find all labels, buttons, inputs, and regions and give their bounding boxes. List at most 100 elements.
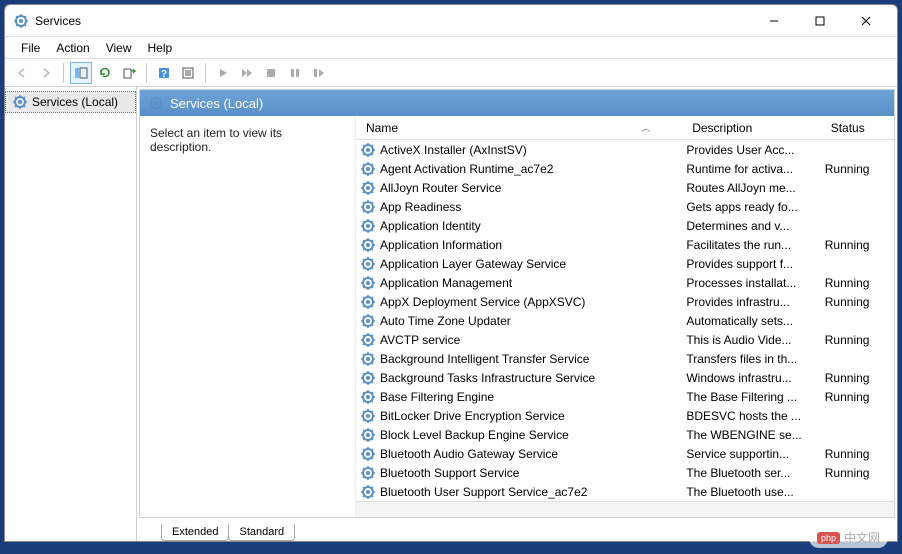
service-row[interactable]: BitLocker Drive Encryption ServiceBDESVC… bbox=[356, 406, 894, 425]
service-row[interactable]: Application Identity Determines and v... bbox=[356, 216, 894, 235]
service-status: Running bbox=[825, 333, 894, 347]
forward-button[interactable] bbox=[35, 62, 57, 84]
help-button[interactable]: ? bbox=[153, 62, 175, 84]
service-row[interactable]: Bluetooth Support Service The Bluetooth s… bbox=[356, 463, 894, 482]
service-description: Determines and v... bbox=[686, 219, 824, 233]
service-description: Provides infrastru... bbox=[686, 295, 824, 309]
service-description: The Bluetooth ser... bbox=[686, 466, 824, 480]
menu-action[interactable]: Action bbox=[48, 39, 97, 57]
services-list: Name ︿ Description Status ActiveX Instal… bbox=[355, 116, 894, 517]
sort-caret-icon: ︿ bbox=[641, 121, 650, 134]
header-bar: Services (Local) bbox=[140, 90, 894, 116]
titlebar[interactable]: Services bbox=[5, 5, 897, 37]
service-description: Provides User Acc... bbox=[686, 143, 824, 157]
gear-icon bbox=[360, 446, 376, 462]
watermark: php 中文网 bbox=[809, 527, 888, 548]
service-name: Application Management bbox=[380, 276, 512, 290]
watermark-badge: php bbox=[817, 532, 840, 544]
service-row[interactable]: Application Layer Gateway ServiceProvide… bbox=[356, 254, 894, 273]
service-description: Gets apps ready fo... bbox=[686, 200, 824, 214]
service-description: Runtime for activa... bbox=[686, 162, 824, 176]
service-name: AppX Deployment Service (AppXSVC) bbox=[380, 295, 585, 309]
gear-icon bbox=[360, 142, 376, 158]
gear-icon bbox=[360, 484, 376, 500]
service-row[interactable]: Application InformationFacilitates the r… bbox=[356, 235, 894, 254]
service-name: Application Identity bbox=[380, 219, 481, 233]
service-row[interactable]: Application Management Processes installa… bbox=[356, 273, 894, 292]
column-header-name[interactable]: Name ︿ bbox=[360, 117, 686, 139]
gear-icon bbox=[360, 294, 376, 310]
service-name: Application Layer Gateway Service bbox=[380, 257, 566, 271]
list-body[interactable]: ActiveX Installer (AxInstSV)Provides Use… bbox=[356, 140, 894, 501]
service-row[interactable]: AppX Deployment Service (AppXSVC) Provide… bbox=[356, 292, 894, 311]
service-name: Bluetooth User Support Service_ac7e2 bbox=[380, 485, 587, 499]
column-header-description[interactable]: Description bbox=[686, 117, 824, 139]
menu-help[interactable]: Help bbox=[140, 39, 181, 57]
service-name: Background Tasks Infrastructure Service bbox=[380, 371, 595, 385]
service-row[interactable]: Block Level Backup Engine ServiceThe WBE… bbox=[356, 425, 894, 444]
service-row[interactable]: Bluetooth User Support Service_ac7e2The … bbox=[356, 482, 894, 501]
service-status: Running bbox=[825, 276, 894, 290]
menu-view[interactable]: View bbox=[98, 39, 140, 57]
service-description: Processes installat... bbox=[686, 276, 824, 290]
service-name: Bluetooth Support Service bbox=[380, 466, 519, 480]
service-row[interactable]: Background Intelligent Transfer ServiceT… bbox=[356, 349, 894, 368]
refresh-button[interactable] bbox=[94, 62, 116, 84]
show-hide-tree-button[interactable] bbox=[70, 62, 92, 84]
service-status: Running bbox=[825, 466, 894, 480]
service-row[interactable]: AVCTP serviceThis is Audio Vide...Runnin… bbox=[356, 330, 894, 349]
stop-button[interactable] bbox=[260, 62, 282, 84]
restart-button[interactable] bbox=[308, 62, 330, 84]
gear-icon bbox=[360, 389, 376, 405]
service-description: Transfers files in th... bbox=[686, 352, 824, 366]
header-title: Services (Local) bbox=[170, 96, 263, 111]
window-title: Services bbox=[35, 14, 751, 28]
service-row[interactable]: Background Tasks Infrastructure ServiceW… bbox=[356, 368, 894, 387]
start-button[interactable] bbox=[212, 62, 234, 84]
gear-icon bbox=[360, 427, 376, 443]
gear-icon bbox=[360, 237, 376, 253]
service-row[interactable]: App ReadinessGets apps ready fo... bbox=[356, 197, 894, 216]
start-all-button[interactable] bbox=[236, 62, 258, 84]
service-row[interactable]: Base Filtering Engine The Base Filtering … bbox=[356, 387, 894, 406]
gear-icon bbox=[360, 408, 376, 424]
service-name: Base Filtering Engine bbox=[380, 390, 494, 404]
service-status: Running bbox=[825, 390, 894, 404]
service-description: BDESVC hosts the ... bbox=[686, 409, 824, 423]
service-description: Facilitates the run... bbox=[686, 238, 824, 252]
list-header: Name ︿ Description Status bbox=[356, 116, 894, 140]
gear-icon bbox=[360, 161, 376, 177]
column-header-status[interactable]: Status bbox=[825, 117, 894, 139]
service-row[interactable]: Auto Time Zone UpdaterAutomatically sets… bbox=[356, 311, 894, 330]
service-row[interactable]: AllJoyn Router ServiceRoutes AllJoyn me.… bbox=[356, 178, 894, 197]
service-status: Running bbox=[825, 162, 894, 176]
body-area: Services (Local) Services (Local) Select… bbox=[5, 87, 897, 541]
toolbar-separator bbox=[205, 63, 206, 83]
app-icon bbox=[13, 13, 29, 29]
service-row[interactable]: ActiveX Installer (AxInstSV)Provides Use… bbox=[356, 140, 894, 159]
gear-icon bbox=[148, 95, 164, 111]
service-description: Automatically sets... bbox=[686, 314, 824, 328]
description-prompt: Select an item to view its description. bbox=[150, 126, 282, 154]
service-description: The Base Filtering ... bbox=[686, 390, 824, 404]
properties-button[interactable] bbox=[177, 62, 199, 84]
service-row[interactable]: Agent Activation Runtime_ac7e2Runtime fo… bbox=[356, 159, 894, 178]
close-button[interactable] bbox=[843, 6, 889, 36]
service-status: Running bbox=[825, 295, 894, 309]
gear-icon bbox=[12, 94, 28, 110]
service-status: Running bbox=[825, 238, 894, 252]
back-button[interactable] bbox=[11, 62, 33, 84]
maximize-button[interactable] bbox=[797, 6, 843, 36]
tree-item-services-local[interactable]: Services (Local) bbox=[5, 91, 136, 113]
service-name: AVCTP service bbox=[380, 333, 460, 347]
tree-item-label: Services (Local) bbox=[32, 95, 118, 109]
minimize-button[interactable] bbox=[751, 6, 797, 36]
horizontal-scrollbar[interactable] bbox=[356, 501, 894, 517]
tab-standard[interactable]: Standard bbox=[228, 524, 295, 541]
menu-file[interactable]: File bbox=[13, 39, 48, 57]
export-button[interactable] bbox=[118, 62, 140, 84]
menubar: File Action View Help bbox=[5, 37, 897, 59]
pause-button[interactable] bbox=[284, 62, 306, 84]
tab-extended[interactable]: Extended bbox=[161, 524, 229, 541]
service-row[interactable]: Bluetooth Audio Gateway ServiceService s… bbox=[356, 444, 894, 463]
